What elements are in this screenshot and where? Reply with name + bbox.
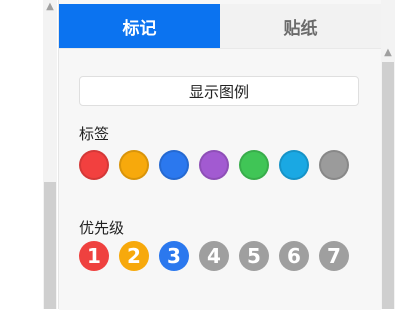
priority-title: 优先级: [79, 219, 125, 237]
mark-content: 显示图例 标签 优先级 1234567: [59, 48, 381, 310]
tag-color-dot[interactable]: [159, 150, 189, 180]
tag-color-dot[interactable]: [319, 150, 349, 180]
left-scrollbar[interactable]: ▲: [43, 0, 57, 309]
tab-bar: 标记 贴纸: [59, 4, 381, 48]
tab-mark[interactable]: 标记: [59, 4, 220, 48]
priority-badge[interactable]: 6: [279, 241, 309, 271]
tag-color-dot[interactable]: [199, 150, 229, 180]
priority-badge[interactable]: 3: [159, 241, 189, 271]
scroll-up-arrow-icon[interactable]: ▲: [383, 48, 393, 58]
tag-color-list: [79, 150, 349, 180]
tag-color-dot[interactable]: [79, 150, 109, 180]
tag-color-dot[interactable]: [239, 150, 269, 180]
tab-sticker[interactable]: 贴纸: [220, 4, 381, 48]
right-scrollbar[interactable]: ▲: [381, 0, 395, 309]
priority-list: 1234567: [79, 241, 349, 271]
tag-color-dot[interactable]: [119, 150, 149, 180]
priority-badge[interactable]: 2: [119, 241, 149, 271]
scrollbar-thumb[interactable]: [44, 182, 56, 309]
priority-badge[interactable]: 4: [199, 241, 229, 271]
scrollbar-thumb[interactable]: [382, 62, 394, 309]
priority-badge[interactable]: 1: [79, 241, 109, 271]
tag-color-dot[interactable]: [279, 150, 309, 180]
priority-badge[interactable]: 7: [319, 241, 349, 271]
priority-badge[interactable]: 5: [239, 241, 269, 271]
tags-title: 标签: [79, 125, 110, 143]
show-legend-button[interactable]: 显示图例: [79, 76, 359, 106]
scroll-up-arrow-icon[interactable]: ▲: [45, 2, 55, 12]
mark-panel: 标记 贴纸 显示图例 标签 优先级 1234567: [58, 0, 381, 310]
